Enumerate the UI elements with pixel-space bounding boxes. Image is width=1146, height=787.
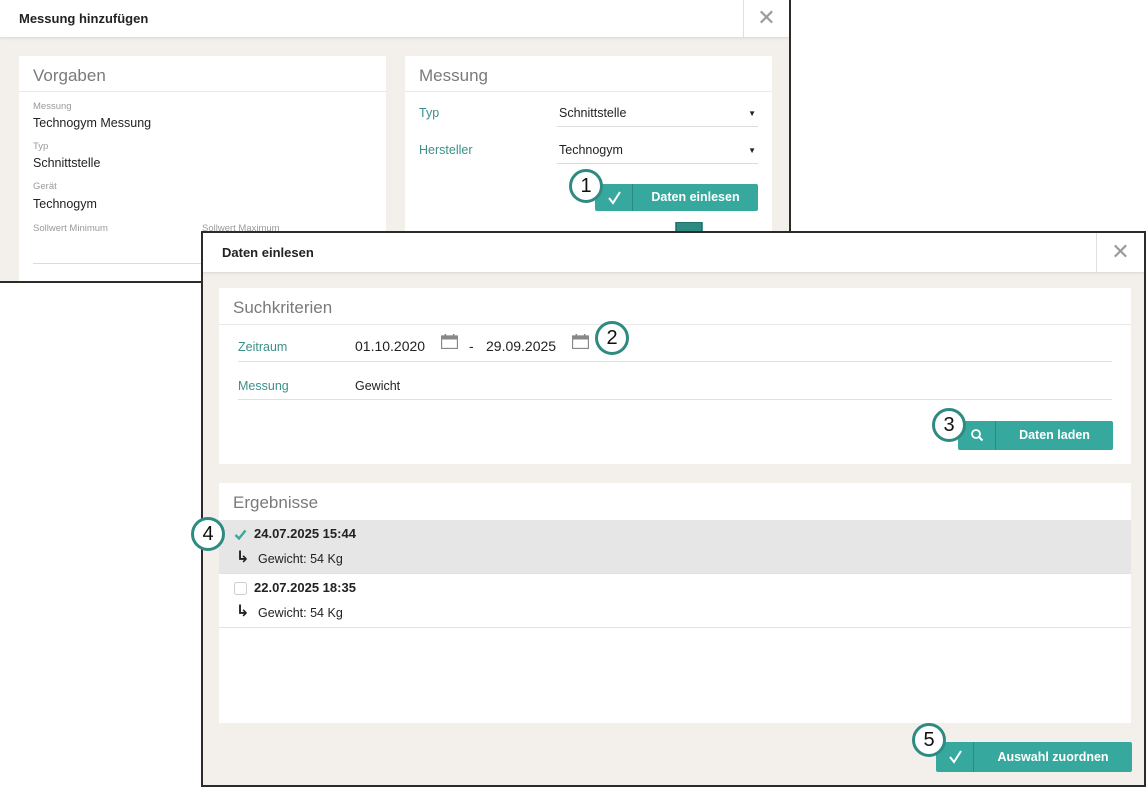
panel-title: Suchkriterien bbox=[233, 298, 333, 317]
button-label: Daten laden bbox=[1019, 428, 1090, 442]
button-label: Daten einlesen bbox=[651, 190, 740, 204]
daten-laden-button[interactable]: Daten laden bbox=[958, 421, 1113, 450]
divider bbox=[219, 324, 1131, 325]
step-badge-3: 3 bbox=[932, 408, 966, 442]
chevron-down-icon: ▼ bbox=[748, 109, 756, 118]
step-badge-2: 2 bbox=[595, 321, 629, 355]
hersteller-select-value: Technogym bbox=[559, 143, 623, 157]
result-detail: Gewicht: 54 Kg bbox=[258, 552, 343, 566]
list-item[interactable]: 22.07.2025 18:35 ↳ Gewicht: 54 Kg bbox=[219, 574, 1131, 628]
geraet-label: Gerät bbox=[33, 181, 57, 192]
date-separator: - bbox=[469, 338, 474, 354]
button-label: Auswahl zuordnen bbox=[997, 750, 1109, 764]
panel-title: Vorgaben bbox=[33, 66, 106, 85]
divider bbox=[557, 126, 758, 127]
panel-title: Ergebnisse bbox=[233, 493, 319, 512]
typ-value: Schnittstelle bbox=[33, 156, 101, 170]
messung-label: Messung bbox=[238, 379, 289, 393]
typ-label: Typ bbox=[419, 106, 440, 120]
dialog-daten-einlesen: Daten einlesen ✕ Suchkriterien Zeitraum … bbox=[201, 231, 1146, 787]
divider bbox=[238, 399, 1112, 400]
result-datetime: 24.07.2025 15:44 bbox=[254, 526, 356, 541]
checkbox-checked-icon[interactable] bbox=[234, 528, 247, 541]
messung-value: Technogym Messung bbox=[33, 116, 152, 130]
daten-einlesen-button[interactable]: Daten einlesen bbox=[595, 184, 758, 211]
close-icon[interactable]: ✕ bbox=[1096, 233, 1144, 273]
calendar-icon[interactable] bbox=[572, 334, 589, 349]
ergebnisse-panel: Ergebnisse 24.07.2025 15:44 ↳ Gewicht: 5… bbox=[219, 483, 1131, 723]
typ-label: Typ bbox=[33, 141, 49, 152]
chevron-down-icon: ▼ bbox=[748, 146, 756, 155]
divider bbox=[19, 91, 386, 92]
step-badge-4: 4 bbox=[191, 517, 225, 551]
messung-label: Messung bbox=[33, 101, 72, 112]
list-item[interactable]: 24.07.2025 15:44 ↳ Gewicht: 54 Kg bbox=[219, 520, 1131, 574]
checkbox-unchecked-icon[interactable] bbox=[234, 582, 247, 595]
dialog-title: Daten einlesen bbox=[222, 245, 314, 260]
dialog-header: Daten einlesen ✕ bbox=[203, 233, 1144, 273]
messung-value: Gewicht bbox=[355, 379, 401, 393]
close-icon[interactable]: ✕ bbox=[743, 0, 789, 38]
typ-select[interactable]: Schnittstelle ▼ bbox=[557, 100, 758, 127]
panel-title: Messung bbox=[419, 66, 488, 85]
geraet-value: Technogym bbox=[33, 197, 97, 211]
divider bbox=[557, 163, 758, 164]
subitem-arrow-icon: ↳ bbox=[236, 603, 250, 620]
step-badge-5: 5 bbox=[912, 723, 946, 757]
result-detail: Gewicht: 54 Kg bbox=[258, 606, 343, 620]
typ-select-value: Schnittstelle bbox=[559, 106, 627, 120]
result-datetime: 22.07.2025 18:35 bbox=[254, 580, 356, 595]
hersteller-select[interactable]: Technogym ▼ bbox=[557, 137, 758, 164]
auswahl-zuordnen-button[interactable]: Auswahl zuordnen bbox=[936, 742, 1132, 772]
divider bbox=[238, 361, 1112, 362]
suchkriterien-panel: Suchkriterien Zeitraum 01.10.2020 - 29.0… bbox=[219, 288, 1131, 464]
hersteller-label: Hersteller bbox=[419, 143, 473, 157]
divider bbox=[219, 627, 1131, 628]
divider bbox=[405, 91, 772, 92]
sollwert-minimum-label: Sollwert Minimum bbox=[33, 223, 108, 234]
dialog-header: Messung hinzufügen ✕ bbox=[0, 0, 789, 38]
step-badge-1: 1 bbox=[569, 169, 603, 203]
subitem-arrow-icon: ↳ bbox=[236, 549, 250, 566]
date-to-input[interactable]: 29.09.2025 bbox=[486, 338, 556, 354]
zeitraum-label: Zeitraum bbox=[238, 340, 288, 354]
calendar-icon[interactable] bbox=[441, 334, 458, 349]
date-from-input[interactable]: 01.10.2020 bbox=[355, 338, 425, 354]
dialog-title: Messung hinzufügen bbox=[19, 11, 149, 26]
